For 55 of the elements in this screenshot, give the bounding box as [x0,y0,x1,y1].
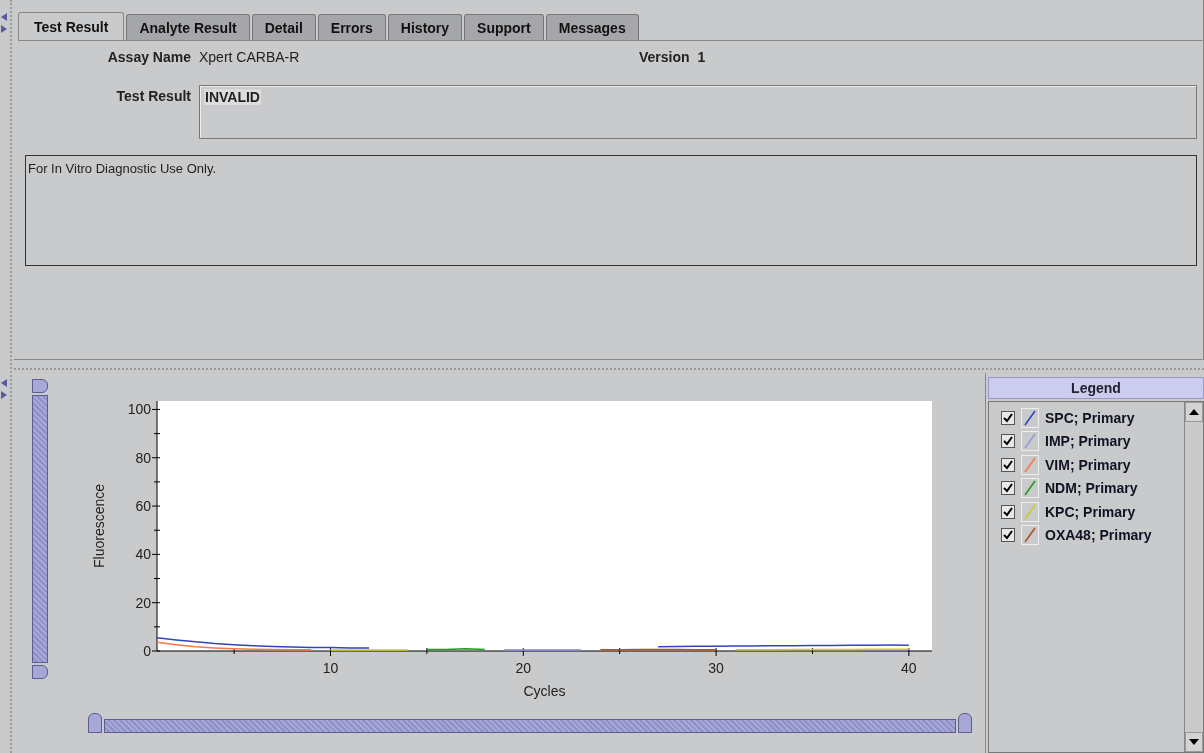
y-axis-title: Fluorescence [91,484,107,568]
line-swatch-icon [1021,407,1039,428]
up-arrow-icon [1189,409,1199,415]
x-tick-label: 40 [901,660,917,676]
legend-label: VIM; Primary [1045,456,1131,473]
y-tick-label: 80 [135,449,151,466]
legend-title: Legend [988,377,1204,399]
splitter-handle[interactable] [0,0,12,753]
y-tick-label: 100 [127,401,151,418]
vertical-range-slider[interactable] [32,379,48,679]
line-swatch-icon [1021,525,1039,546]
version-value: 1 [697,49,706,65]
tab[interactable]: Support [464,14,544,40]
legend-label: SPC; Primary [1045,409,1135,426]
field-label: Assay Name [106,49,192,65]
notes-text: For In Vitro Diagnostic Use Only. [28,161,217,176]
tab[interactable]: Test Result [18,12,125,40]
line-swatch-icon [1021,454,1039,475]
x-axis-title: Cycles [523,683,566,699]
field-label: Test Result [115,87,192,104]
y-tick-label: 20 [135,594,151,611]
line-swatch-icon [1021,431,1039,452]
checkbox[interactable] [1001,528,1015,543]
y-tick-label: 40 [135,546,151,563]
test-result-value: INVALID [204,89,261,105]
x-tick-label: 30 [708,660,724,676]
legend-label: KPC; Primary [1045,503,1136,520]
tab[interactable]: Analyte Result [126,14,250,40]
scroll-down-button[interactable] [1185,732,1203,752]
collapse-arrows-icon[interactable] [0,378,8,400]
legend-label: NDM; Primary [1045,480,1138,497]
line-swatch-icon [1021,501,1039,522]
y-tick-label: 0 [143,643,151,659]
x-tick-label: 20 [515,660,532,676]
checkbox[interactable] [1001,504,1015,519]
legend-label: IMP; Primary [1045,433,1131,450]
tab[interactable]: Errors [317,14,386,40]
tab[interactable]: History [387,14,463,40]
assay-name-value: Xpert CARBA-R [199,49,301,65]
legend-label: OXA48; Primary [1045,527,1152,544]
checkbox[interactable] [1001,434,1015,449]
x-tick-label: 10 [322,660,339,676]
line-swatch-icon [1021,478,1039,499]
tab[interactable]: Messages [545,14,639,40]
y-tick-label: 60 [135,498,151,515]
down-arrow-icon [1189,739,1199,745]
horizontal-range-slider[interactable] [88,713,972,733]
scrollbar[interactable] [1184,402,1203,752]
checkbox[interactable] [1001,457,1015,472]
checkbox[interactable] [1001,410,1015,425]
checkbox[interactable] [1001,481,1015,496]
collapse-arrows-icon[interactable] [0,12,8,34]
scroll-up-button[interactable] [1185,402,1203,422]
field-label: Version [639,49,690,65]
tab[interactable]: Detail [251,14,316,40]
